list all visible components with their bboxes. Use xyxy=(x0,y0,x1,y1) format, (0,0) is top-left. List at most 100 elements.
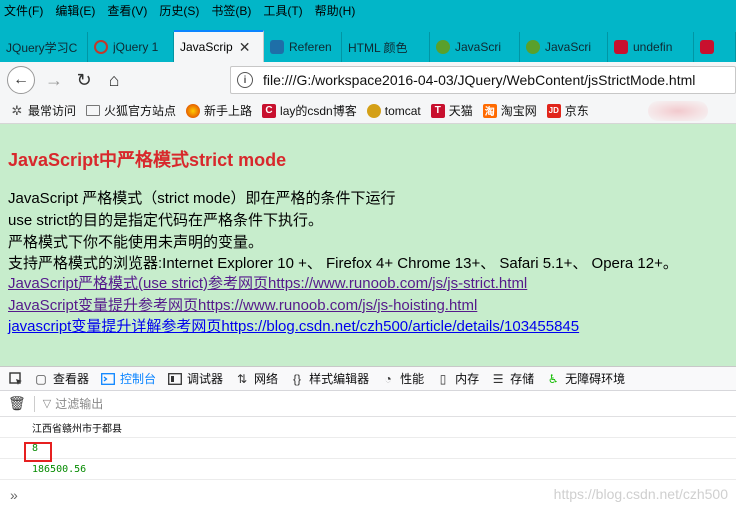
element-picker-icon[interactable] xyxy=(6,371,26,386)
tab-memory[interactable]: ▯ 内存 xyxy=(436,370,479,387)
devtools-tabs: ▢ 查看器 控制台 调试器 ⇅ 网络 {} 样式编辑器 ◔ 性能 ▯ 内存 ☰ … xyxy=(0,367,736,391)
link-strict-mode[interactable]: JavaScript严格模式(use strict)参考网页https://ww… xyxy=(8,272,527,293)
bookmark-label: 天猫 xyxy=(448,104,473,118)
tab-console[interactable]: 控制台 xyxy=(101,370,156,387)
menu-help[interactable]: 帮助(H) xyxy=(315,2,356,19)
filter-icon: ▽ xyxy=(42,398,52,410)
bookmark-label: 火狐官方站点 xyxy=(104,104,177,118)
bookmark-label: lay的csdn博客 xyxy=(280,104,357,118)
home-icon[interactable]: ⌂ xyxy=(101,70,127,91)
tab-strip: JQuery学习C jQuery 1 JavaScrip ✕ Referen H… xyxy=(0,28,736,62)
console-message: 江西省赣州市于都县 xyxy=(0,417,736,438)
tab-favicon-icon xyxy=(270,40,284,54)
tab-storage[interactable]: ☰ 存储 xyxy=(491,370,534,387)
tab-label: JavaScri xyxy=(545,40,592,54)
bookmark-label: 京东 xyxy=(564,104,589,118)
console-prompt[interactable]: » xyxy=(10,487,18,503)
memory-chip-icon: ▯ xyxy=(439,371,447,386)
toolbar-divider xyxy=(33,395,35,412)
debugger-icon xyxy=(168,372,182,386)
page-content: JavaScript中严格模式strict mode JavaScript 严格… xyxy=(0,124,736,366)
forward-arrow-icon[interactable]: → xyxy=(41,70,67,91)
menu-tools[interactable]: 工具(T) xyxy=(263,2,302,19)
firefox-icon xyxy=(186,103,201,118)
link-hoisting-detail[interactable]: javascript变量提升详解参考网页https://blog.csdn.ne… xyxy=(8,315,579,336)
console-icon xyxy=(101,372,115,386)
menu-history[interactable]: 历史(S) xyxy=(159,2,199,19)
tab-accessibility[interactable]: ♿ 无障碍环境 xyxy=(546,370,625,387)
tab-reference[interactable]: Referen xyxy=(264,32,342,62)
filter-input[interactable]: 过滤输出 xyxy=(55,395,103,412)
network-arrows-icon: ⇅ xyxy=(237,371,248,386)
bookmark-label: 最常访问 xyxy=(28,104,77,118)
close-tab-icon[interactable]: ✕ xyxy=(239,39,251,56)
watermark: https://blog.csdn.net/czh500 xyxy=(553,486,728,502)
browser-chrome: 文件(F) 编辑(E) 查看(V) 历史(S) 书签(B) 工具(T) 帮助(H… xyxy=(0,0,736,62)
tab-javascript-active[interactable]: JavaScrip ✕ xyxy=(174,30,264,62)
tab-undefined[interactable]: undefin xyxy=(608,32,694,62)
tab-label: 网络 xyxy=(254,372,279,386)
tab-label: jQuery 1 xyxy=(113,40,159,54)
bookmark-label: 淘宝网 xyxy=(500,104,537,118)
page-title: JavaScript中严格模式strict mode xyxy=(8,150,287,170)
tab-label: JQuery学习C xyxy=(6,40,78,55)
text-line-4: 支持严格模式的浏览器:Internet Explorer 10 +、 Firef… xyxy=(8,255,678,272)
tab-javascript-2[interactable]: JavaScri xyxy=(430,32,520,62)
csdn-icon: C xyxy=(262,103,277,118)
tab-favicon-icon xyxy=(614,40,628,54)
bookmark-most-visited[interactable]: ✲ 最常访问 xyxy=(10,102,76,119)
tab-overflow[interactable] xyxy=(694,32,736,62)
tab-label: 无障碍环境 xyxy=(565,372,626,386)
trash-icon[interactable]: 🗑 xyxy=(8,395,26,412)
tab-favicon-icon xyxy=(700,40,714,54)
taobao-icon: 淘 xyxy=(482,103,497,118)
bookmark-getting-started[interactable]: 新手上路 xyxy=(186,102,252,119)
storage-icon: ☰ xyxy=(492,371,504,386)
tab-favicon-icon xyxy=(526,40,540,54)
bookmark-firefox-site[interactable]: 火狐官方站点 xyxy=(86,102,176,119)
tab-jquery-study[interactable]: JQuery学习C xyxy=(0,32,88,62)
tab-jquery[interactable]: jQuery 1 xyxy=(88,32,174,62)
tab-favicon-icon xyxy=(94,40,108,54)
console-message: 186500.56 xyxy=(0,459,736,480)
menu-view[interactable]: 查看(V) xyxy=(107,2,147,19)
braces-icon: {} xyxy=(293,371,302,386)
bookmark-taobao[interactable]: 淘 淘宝网 xyxy=(482,102,537,119)
menu-edit[interactable]: 编辑(E) xyxy=(55,2,95,19)
info-icon[interactable]: i xyxy=(237,72,253,88)
tab-debugger[interactable]: 调试器 xyxy=(168,370,223,387)
gauge-icon: ◔ xyxy=(384,371,392,386)
tab-label: 性能 xyxy=(400,372,425,386)
tab-label: undefin xyxy=(633,40,673,54)
inspector-icon: ▢ xyxy=(35,371,47,386)
tab-javascript-3[interactable]: JavaScri xyxy=(520,32,608,62)
bookmark-csdn-blog[interactable]: C lay的csdn博客 xyxy=(262,102,357,119)
tab-label: 查看器 xyxy=(53,372,90,386)
tab-label: 内存 xyxy=(455,372,480,386)
gear-icon: ✲ xyxy=(11,102,23,118)
bookmark-jd[interactable]: JD 京东 xyxy=(546,102,589,119)
back-arrow-icon[interactable]: ← xyxy=(7,66,35,94)
tab-inspector[interactable]: ▢ 查看器 xyxy=(34,370,89,387)
tab-label: 样式编辑器 xyxy=(309,372,370,386)
link-hoisting[interactable]: JavaScript变量提升参考网页https://www.runoob.com… xyxy=(8,294,477,315)
text-line-1: JavaScript 严格模式（strict mode）即在严格的条件下运行 xyxy=(8,190,396,207)
menu-bookmarks[interactable]: 书签(B) xyxy=(211,2,251,19)
url-text[interactable]: file:///G:/workspace2016-04-03/JQuery/We… xyxy=(263,72,695,88)
tab-label: JavaScrip xyxy=(180,40,233,54)
tomcat-icon xyxy=(366,103,381,118)
menu-file[interactable]: 文件(F) xyxy=(4,2,43,19)
tab-performance[interactable]: ◔ 性能 xyxy=(381,370,424,387)
tab-style-editor[interactable]: {} 样式编辑器 xyxy=(290,370,369,387)
tab-label: 存储 xyxy=(510,372,535,386)
bookmark-tmall[interactable]: T 天猫 xyxy=(430,102,473,119)
reload-icon[interactable]: ↻ xyxy=(71,70,97,91)
jd-icon: JD xyxy=(546,103,561,118)
tab-network[interactable]: ⇅ 网络 xyxy=(235,370,278,387)
address-bar[interactable]: i file:///G:/workspace2016-04-03/JQuery/… xyxy=(230,66,736,94)
folder-icon xyxy=(86,105,101,116)
bookmark-tomcat[interactable]: tomcat xyxy=(366,103,421,118)
tab-label: JavaScri xyxy=(455,40,502,54)
blurred-bookmark xyxy=(648,101,708,121)
tab-html-colors[interactable]: HTML 颜色 xyxy=(342,32,430,62)
